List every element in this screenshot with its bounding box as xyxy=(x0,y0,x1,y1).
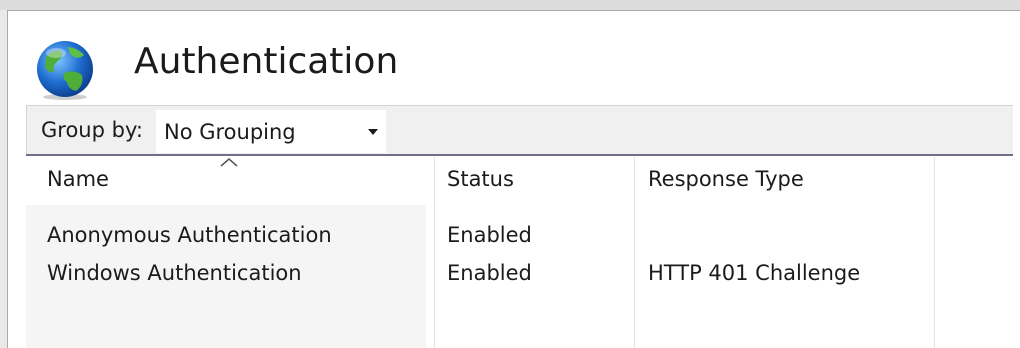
column-header-name[interactable]: Name xyxy=(47,167,109,191)
window-top-strip xyxy=(0,0,1020,10)
group-by-label: Group by: xyxy=(41,118,143,142)
chevron-down-icon[interactable] xyxy=(368,129,378,135)
row-name: Anonymous Authentication xyxy=(47,223,332,247)
row-status: Enabled xyxy=(447,261,532,285)
header-divider xyxy=(26,154,1013,156)
group-by-toolbar: Group by: No Grouping xyxy=(26,105,1013,155)
table-row[interactable]: Windows Authentication Enabled HTTP 401 … xyxy=(26,253,1013,291)
page-title: Authentication xyxy=(134,41,399,82)
table-row[interactable]: Anonymous Authentication Enabled xyxy=(26,215,1013,253)
globe-icon xyxy=(37,41,93,100)
row-status: Enabled xyxy=(447,223,532,247)
row-response-type: HTTP 401 Challenge xyxy=(648,261,861,285)
column-header-status[interactable]: Status xyxy=(447,167,514,191)
row-name: Windows Authentication xyxy=(47,261,302,285)
sort-ascending-icon xyxy=(220,158,238,167)
group-by-value: No Grouping xyxy=(164,120,296,144)
column-header-response-type[interactable]: Response Type xyxy=(648,167,804,191)
group-by-select[interactable]: No Grouping xyxy=(156,110,386,153)
